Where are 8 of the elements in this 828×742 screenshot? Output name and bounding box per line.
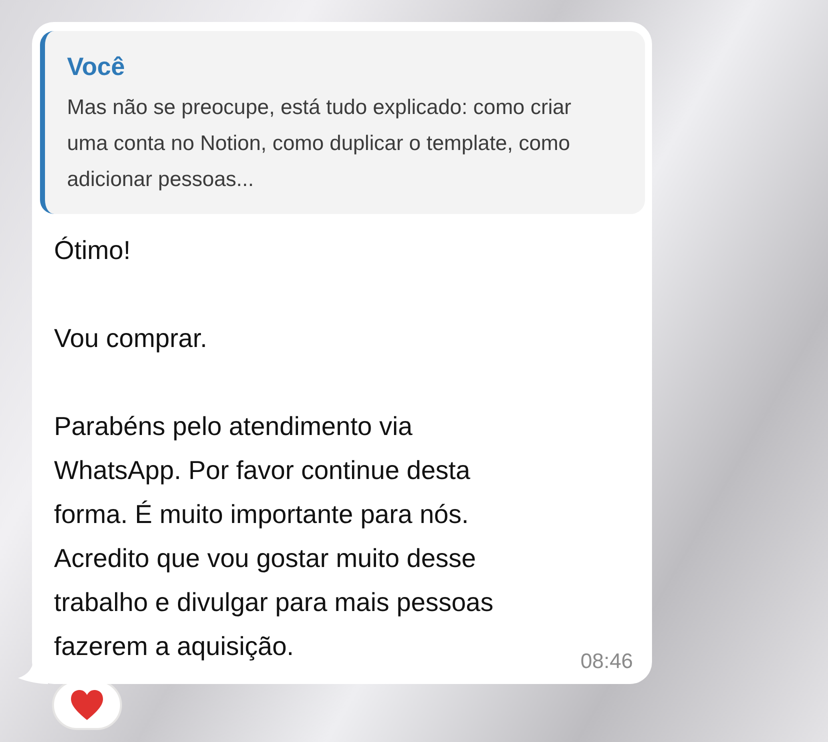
quoted-message[interactable]: Você Mas não se preocupe, está tudo explicado: como criar uma conta no Notion, como duplicar o template, como adicionar pessoas... [40, 31, 645, 214]
heart-icon [70, 689, 104, 721]
quote-author: Você [67, 53, 126, 82]
message-text: Parabéns pelo atendimento via WhatsApp. Por favor continue desta forma. É muito importante para nós. Acredito que vou gostar muito desse trabalho e divulgar para mais pessoas fazerem a aquisição. [54, 410, 494, 663]
message-text: Vou comprar. [54, 322, 208, 355]
message-text: Ótimo! [54, 234, 132, 267]
message-time: 08:46 [580, 650, 633, 674]
quote-text: Mas não se preocupe, está tudo explicado: como criar uma conta no Notion, como duplicar o template, como adicionar pessoas... [67, 95, 572, 193]
